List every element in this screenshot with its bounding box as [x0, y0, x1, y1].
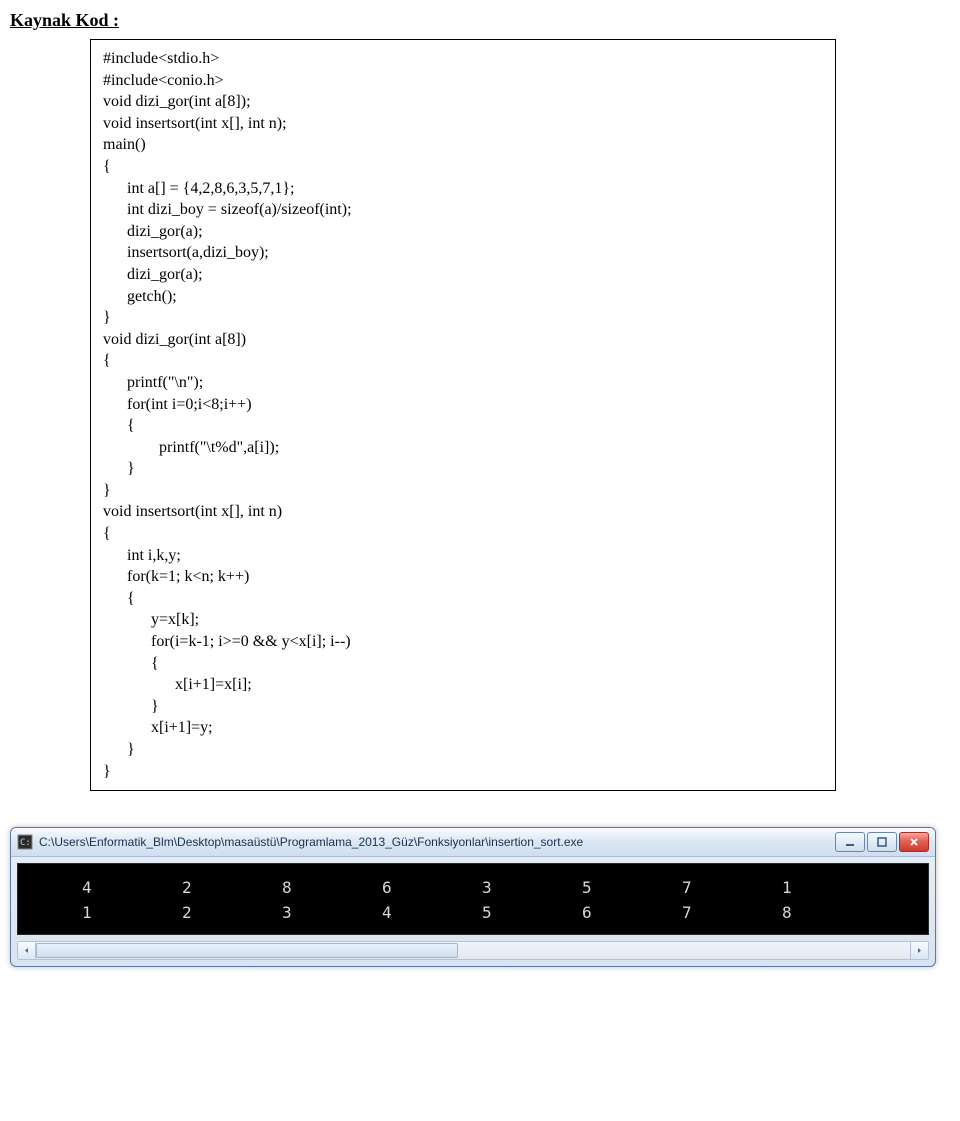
svg-text:C:: C: — [20, 838, 31, 848]
scroll-thumb[interactable] — [36, 943, 458, 958]
maximize-button[interactable] — [867, 832, 897, 852]
cell: 8 — [282, 876, 382, 901]
cell: 5 — [582, 876, 682, 901]
horizontal-scrollbar[interactable] — [17, 941, 929, 960]
scroll-left-button[interactable] — [18, 942, 36, 959]
scroll-track[interactable] — [36, 942, 910, 959]
console-client-area: 4 2 8 6 3 5 7 1 1 2 3 4 5 6 7 8 — [17, 863, 929, 935]
console-window: C: C:\Users\Enformatik_Blm\Desktop\masaü… — [10, 827, 936, 967]
cell: 2 — [182, 901, 282, 926]
window-title: C:\Users\Enformatik_Blm\Desktop\masaüstü… — [39, 835, 835, 849]
table-row: 4 2 8 6 3 5 7 1 — [82, 876, 924, 901]
app-icon: C: — [17, 834, 33, 850]
cell: 7 — [682, 901, 782, 926]
close-button[interactable] — [899, 832, 929, 852]
minimize-button[interactable] — [835, 832, 865, 852]
cell: 2 — [182, 876, 282, 901]
window-controls — [835, 832, 929, 852]
cell: 1 — [82, 901, 182, 926]
cell: 4 — [82, 876, 182, 901]
table-row: 1 2 3 4 5 6 7 8 — [82, 901, 924, 926]
cell: 6 — [382, 876, 482, 901]
cell: 5 — [482, 901, 582, 926]
cell: 6 — [582, 901, 682, 926]
cell: 4 — [382, 901, 482, 926]
cell: 1 — [782, 876, 882, 901]
cell: 3 — [282, 901, 382, 926]
cell: 8 — [782, 901, 882, 926]
cell: 7 — [682, 876, 782, 901]
source-code-box: #include<stdio.h> #include<conio.h> void… — [90, 39, 836, 791]
scroll-right-button[interactable] — [910, 942, 928, 959]
page-heading: Kaynak Kod : — [10, 10, 950, 31]
console-output: 4 2 8 6 3 5 7 1 1 2 3 4 5 6 7 8 — [22, 870, 924, 930]
cell: 3 — [482, 876, 582, 901]
window-titlebar[interactable]: C: C:\Users\Enformatik_Blm\Desktop\masaü… — [11, 828, 935, 857]
